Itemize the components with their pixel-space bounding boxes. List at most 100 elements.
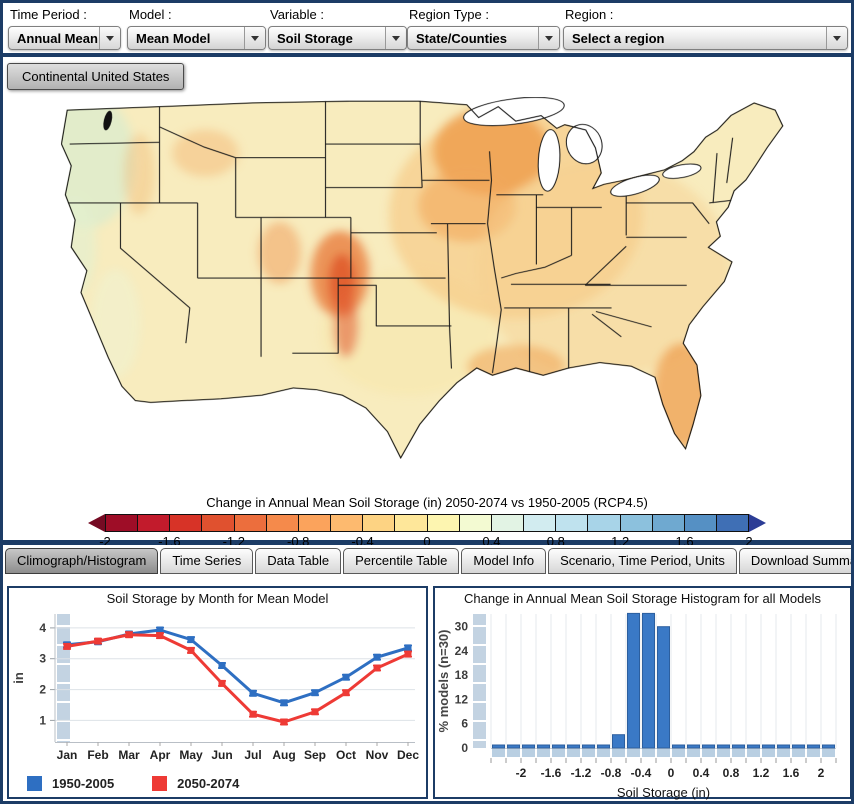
- map-panel: Continental United States: [3, 53, 851, 545]
- colorbar-cell: [460, 515, 492, 531]
- svg-text:Dec: Dec: [397, 748, 419, 762]
- svg-text:Jun: Jun: [211, 748, 232, 762]
- colorbar-cell: [717, 515, 748, 531]
- colorbar-left-arrow: [88, 514, 105, 532]
- variable-select[interactable]: Soil Storage: [268, 26, 407, 50]
- us-map[interactable]: [57, 97, 799, 459]
- colorbar-cell: [428, 515, 460, 531]
- region-type-label: Region Type :: [409, 7, 489, 22]
- region-tab-button[interactable]: Continental United States: [7, 63, 184, 90]
- toolbar: Time Period : Annual Mean Model : Mean M…: [3, 3, 851, 53]
- svg-text:6: 6: [461, 717, 468, 731]
- colorbar-cell: [331, 515, 363, 531]
- colorbar-cell: [299, 515, 331, 531]
- chevron-down-icon: [99, 27, 120, 49]
- time-period-value: Annual Mean: [9, 31, 99, 46]
- svg-text:-0.4: -0.4: [631, 766, 652, 780]
- region-type-select[interactable]: State/Counties: [407, 26, 560, 50]
- variable-label: Variable :: [270, 7, 324, 22]
- legend-item: 2050-2074: [152, 776, 239, 791]
- chevron-down-icon: [826, 27, 847, 49]
- svg-text:1.6: 1.6: [783, 766, 800, 780]
- variable-value: Soil Storage: [269, 31, 385, 46]
- colorbar-cell: [685, 515, 717, 531]
- legend-label: 2050-2074: [177, 776, 239, 791]
- tab-scenario-time-period-units[interactable]: Scenario, Time Period, Units: [548, 548, 737, 574]
- model-value: Mean Model: [128, 31, 244, 46]
- colorbar-cell: [138, 515, 170, 531]
- time-period-select[interactable]: Annual Mean: [8, 26, 121, 50]
- colorbar-cell: [524, 515, 556, 531]
- time-period-label: Time Period :: [10, 7, 87, 22]
- map-legend-title: Change in Annual Mean Soil Storage (in) …: [3, 495, 851, 510]
- colorbar-cell: [267, 515, 299, 531]
- colorbar-cell: [492, 515, 524, 531]
- tab-data-table[interactable]: Data Table: [255, 548, 341, 574]
- svg-text:Oct: Oct: [336, 748, 356, 762]
- tab-climograph-histogram[interactable]: Climograph/Histogram: [5, 548, 158, 574]
- chevron-down-icon: [244, 27, 265, 49]
- region-label: Region :: [565, 7, 613, 22]
- colorbar-cell: [621, 515, 653, 531]
- histogram-plot: 0612182430-2-1.6-1.2-0.8-0.400.40.81.21.…: [435, 608, 850, 801]
- svg-text:0: 0: [668, 766, 675, 780]
- svg-text:Sep: Sep: [304, 748, 326, 762]
- tab-download-summary[interactable]: Download Summary: [739, 548, 854, 574]
- svg-text:2: 2: [39, 683, 46, 697]
- svg-text:4: 4: [39, 621, 46, 635]
- climograph-plot: 1234JanFebMarAprMayJunJulAugSepOctNovDec…: [9, 608, 426, 766]
- svg-text:24: 24: [455, 644, 469, 658]
- svg-text:0.8: 0.8: [723, 766, 740, 780]
- colorbar-cell: [202, 515, 234, 531]
- svg-text:2: 2: [818, 766, 825, 780]
- svg-text:Soil Storage (in): Soil Storage (in): [617, 785, 710, 800]
- tab-model-info[interactable]: Model Info: [461, 548, 546, 574]
- svg-text:in: in: [11, 672, 26, 684]
- tab-percentile-table[interactable]: Percentile Table: [343, 548, 459, 574]
- bottom-section: Climograph/HistogramTime SeriesData Tabl…: [3, 545, 851, 801]
- colorbar-cell: [170, 515, 202, 531]
- histogram-title: Change in Annual Mean Soil Storage Histo…: [435, 588, 850, 608]
- svg-text:0: 0: [461, 741, 468, 755]
- legend-item: 1950-2005: [27, 776, 114, 791]
- svg-text:Apr: Apr: [150, 748, 171, 762]
- region-select[interactable]: Select a region: [563, 26, 848, 50]
- us-map-image: [57, 97, 799, 459]
- tab-time-series[interactable]: Time Series: [160, 548, 253, 574]
- svg-text:3: 3: [39, 652, 46, 666]
- svg-text:0.4: 0.4: [693, 766, 710, 780]
- svg-text:-1.2: -1.2: [571, 766, 592, 780]
- legend-swatch: [27, 776, 42, 791]
- legend-label: 1950-2005: [52, 776, 114, 791]
- colorbar-cell: [363, 515, 395, 531]
- app-window: Time Period : Annual Mean Model : Mean M…: [0, 0, 854, 804]
- svg-text:May: May: [179, 748, 203, 762]
- colorbar-cell: [395, 515, 427, 531]
- svg-text:1.2: 1.2: [753, 766, 770, 780]
- svg-text:Feb: Feb: [87, 748, 108, 762]
- svg-text:Jan: Jan: [57, 748, 78, 762]
- svg-text:Jul: Jul: [244, 748, 261, 762]
- model-select[interactable]: Mean Model: [127, 26, 266, 50]
- colorbar-cells: [105, 514, 749, 532]
- svg-text:Nov: Nov: [366, 748, 389, 762]
- colorbar-cell: [106, 515, 138, 531]
- svg-text:Mar: Mar: [118, 748, 140, 762]
- chevron-down-icon: [538, 27, 559, 49]
- climograph-title: Soil Storage by Month for Mean Model: [9, 588, 426, 608]
- legend-swatch: [152, 776, 167, 791]
- colorbar-cell: [588, 515, 620, 531]
- svg-text:-2: -2: [516, 766, 527, 780]
- colorbar-cell: [235, 515, 267, 531]
- colorbar-cell: [556, 515, 588, 531]
- svg-text:-1.6: -1.6: [541, 766, 562, 780]
- climograph-chart-panel: Soil Storage by Month for Mean Model 123…: [7, 586, 428, 799]
- model-label: Model :: [129, 7, 172, 22]
- svg-text:% models (n=30): % models (n=30): [436, 630, 451, 733]
- svg-text:-0.8: -0.8: [601, 766, 622, 780]
- tab-bar: Climograph/HistogramTime SeriesData Tabl…: [5, 548, 854, 574]
- svg-text:Aug: Aug: [272, 748, 295, 762]
- histogram-chart-panel: Change in Annual Mean Soil Storage Histo…: [433, 586, 852, 799]
- svg-text:18: 18: [455, 668, 469, 682]
- colorbar-right-arrow: [749, 514, 766, 532]
